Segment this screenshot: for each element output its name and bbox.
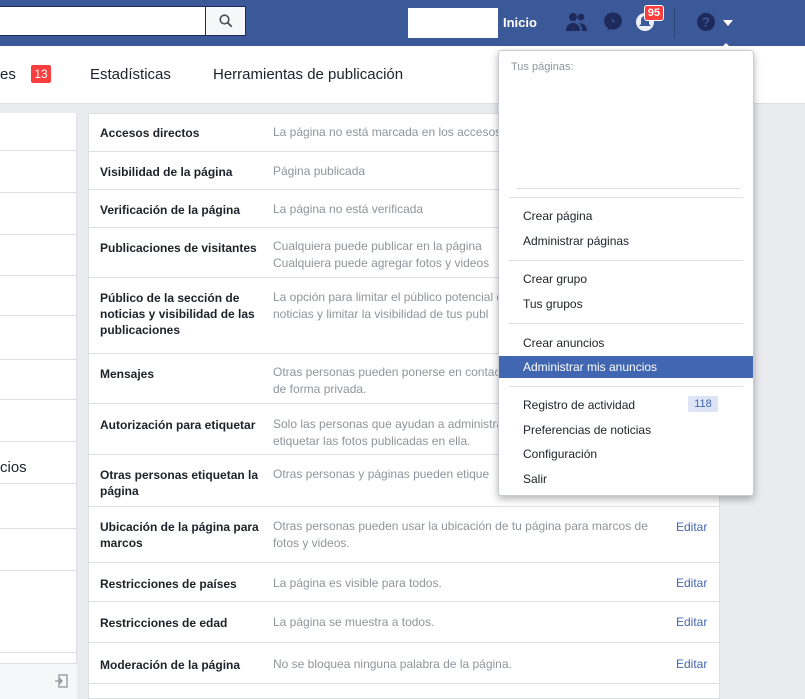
- setting-label: Autorización para etiquetar: [100, 418, 256, 432]
- setting-label: Público de la sección de noticias y visi…: [100, 291, 255, 337]
- menu-item-create-group[interactable]: Crear grupo: [499, 268, 753, 290]
- home-link[interactable]: Inicio: [503, 15, 537, 30]
- setting-value: Otras personas y páginas pueden etique: [273, 467, 490, 481]
- menu-item-news-feed-preferences[interactable]: Preferencias de noticias: [499, 419, 753, 441]
- top-navigation-bar: Inicio 95 ?: [0, 0, 805, 46]
- sidebar-item[interactable]: [0, 571, 77, 653]
- your-pages-list: [517, 77, 741, 189]
- menu-divider: [509, 323, 743, 324]
- sidebar-item[interactable]: [0, 360, 77, 400]
- sidebar-item[interactable]: [0, 484, 77, 529]
- tab-badge: 13: [31, 65, 51, 83]
- settings-row[interactable]: Restricciones de edad La página se muest…: [89, 602, 719, 643]
- settings-row[interactable]: Restricciones de países La página es vis…: [89, 563, 719, 602]
- menu-divider: [509, 386, 743, 387]
- settings-sidebar: [0, 113, 77, 699]
- log-in-icon[interactable]: [54, 674, 68, 688]
- setting-value: Solo las personas que ayudan a administr…: [273, 417, 508, 448]
- sidebar-item[interactable]: [0, 400, 77, 442]
- setting-value: No se bloquea ninguna palabra de la pági…: [273, 657, 512, 671]
- menu-item-manage-pages[interactable]: Administrar páginas: [499, 230, 753, 252]
- setting-label: Publicaciones de visitantes: [100, 241, 257, 255]
- menu-item-log-out[interactable]: Salir: [499, 468, 753, 490]
- setting-label: Otras personas etiquetan la página: [100, 468, 259, 498]
- menu-divider: [509, 260, 743, 261]
- menu-item-label: Registro de actividad: [523, 398, 636, 412]
- setting-label: Restricciones de edad: [100, 616, 228, 630]
- sidebar-item[interactable]: [0, 529, 77, 571]
- edit-link[interactable]: Editar: [676, 576, 707, 590]
- sidebar-item[interactable]: [0, 316, 77, 360]
- svg-text:?: ?: [702, 15, 710, 30]
- sidebar-item[interactable]: [0, 113, 77, 151]
- setting-label: Visibilidad de la página: [100, 165, 233, 179]
- account-dropdown-menu: Tus páginas: Crear página Administrar pá…: [498, 50, 754, 496]
- sidebar-item[interactable]: [0, 276, 77, 316]
- settings-row[interactable]: Moderación de la página No se bloquea ni…: [89, 643, 719, 684]
- setting-value: La opción para limitar el público potenc…: [273, 290, 510, 321]
- setting-label: Verificación de la página: [100, 203, 241, 217]
- edit-link[interactable]: Editar: [676, 657, 707, 671]
- edit-link[interactable]: Editar: [676, 615, 707, 629]
- chevron-down-icon[interactable]: [722, 18, 734, 28]
- your-pages-header: Tus páginas:: [511, 61, 574, 73]
- profile-link[interactable]: [408, 8, 498, 38]
- menu-item-your-groups[interactable]: Tus grupos: [499, 293, 753, 315]
- sidebar-item[interactable]: [0, 151, 77, 193]
- setting-label: Accesos directos: [100, 126, 200, 140]
- setting-value: Otras personas pueden usar la ubicación …: [273, 519, 648, 550]
- settings-row[interactable]: Ubicación de la página para marcos Otras…: [89, 507, 719, 563]
- sidebar-item-label[interactable]: cios: [0, 459, 27, 476]
- menu-item-settings[interactable]: Configuración: [499, 443, 753, 465]
- setting-value: La página es visible para todos.: [273, 576, 442, 590]
- setting-label: Restricciones de países: [100, 577, 237, 591]
- notifications-badge: 95: [644, 5, 664, 21]
- sidebar-item[interactable]: [0, 235, 77, 276]
- menu-item-create-page[interactable]: Crear página: [499, 205, 753, 227]
- menu-divider: [509, 197, 743, 198]
- search-icon: [218, 14, 232, 28]
- menu-item-activity-log[interactable]: Registro de actividad 118: [499, 394, 753, 416]
- setting-label: Moderación de la página: [100, 658, 241, 672]
- tab-estadisticas[interactable]: Estadísticas: [90, 66, 171, 83]
- setting-label: Mensajes: [100, 367, 155, 381]
- menu-item-manage-ads[interactable]: Administrar mis anuncios: [499, 356, 753, 378]
- help-icon[interactable]: ?: [695, 11, 719, 33]
- tab-herramientas[interactable]: Herramientas de publicación: [213, 66, 403, 83]
- setting-value: La página se muestra a todos.: [273, 615, 435, 629]
- sidebar-item[interactable]: [0, 193, 77, 235]
- toolbar-divider: [674, 8, 675, 38]
- activity-count-badge: 118: [688, 396, 718, 412]
- menu-item-create-ads[interactable]: Crear anuncios: [499, 332, 753, 354]
- sidebar-footer: [0, 663, 77, 699]
- search-button[interactable]: [205, 6, 246, 36]
- setting-value: Otras personas pueden ponerse en contact…: [273, 365, 511, 396]
- friends-icon[interactable]: [565, 11, 589, 33]
- edit-link[interactable]: Editar: [676, 520, 707, 534]
- setting-label: Ubicación de la página para marcos: [100, 520, 259, 550]
- tab-partial[interactable]: es: [0, 66, 16, 83]
- messenger-icon[interactable]: [601, 11, 625, 33]
